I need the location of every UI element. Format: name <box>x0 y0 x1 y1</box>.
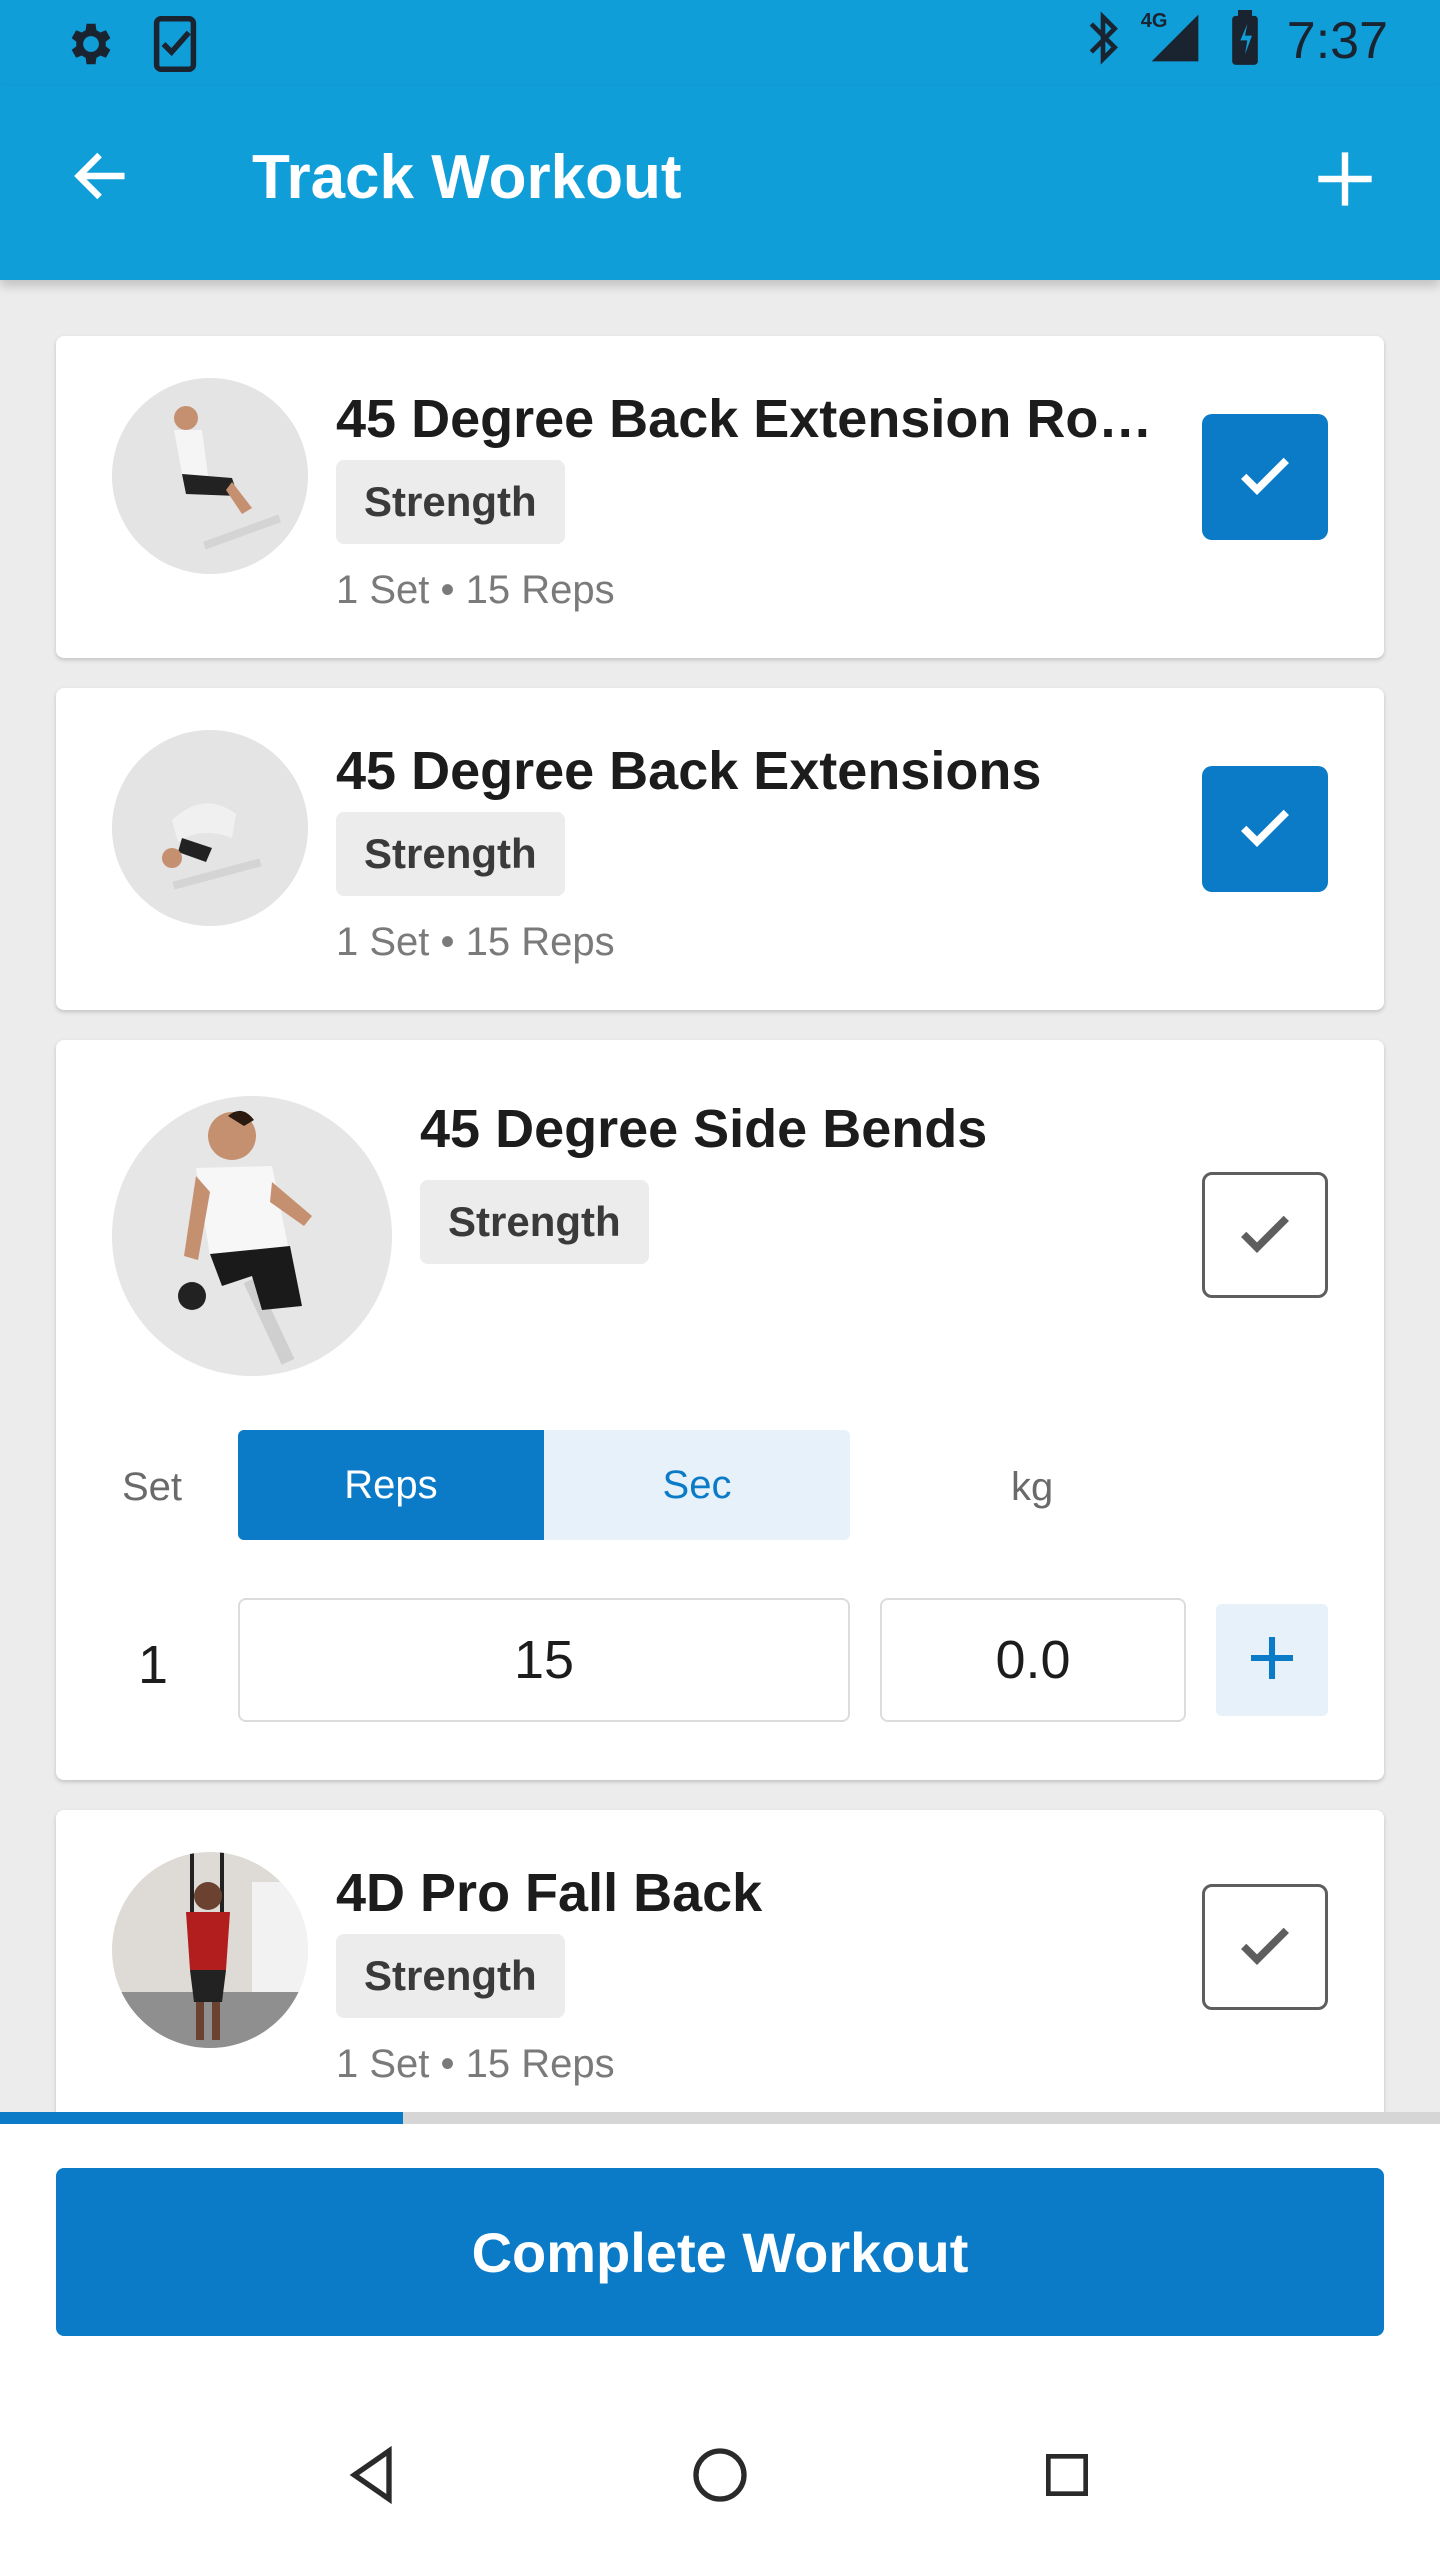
set-column-header: Set <box>122 1465 183 1509</box>
battery-icon <box>1229 10 1261 71</box>
exercise-card[interactable]: 4D Pro Fall Back Strength 1 Set • 15 Rep… <box>56 1810 1384 2140</box>
reps-toggle-button[interactable]: Reps <box>238 1430 544 1540</box>
bluetooth-icon <box>1085 10 1121 71</box>
complete-checkbox[interactable] <box>1202 1884 1328 2010</box>
exercise-title: 4D Pro Fall Back <box>336 1863 763 1923</box>
exercise-card[interactable]: 45 Degree Back Extension Ro… Strength 1 … <box>56 336 1384 658</box>
add-set-button[interactable] <box>1216 1604 1328 1716</box>
weight-column-header: kg <box>1011 1465 1054 1509</box>
exercise-summary: 1 Set • 15 Reps <box>336 568 615 612</box>
category-chip: Strength <box>336 1934 565 2018</box>
check-icon <box>1233 1201 1297 1270</box>
status-left-icons <box>62 15 198 77</box>
category-chip: Strength <box>336 460 565 544</box>
status-right-icons: 4G 7:37 <box>1085 10 1388 71</box>
nav-home-button[interactable] <box>670 2427 770 2527</box>
set-number: 1 <box>138 1635 169 1695</box>
plus-icon <box>1244 1630 1300 1691</box>
status-time: 7:37 <box>1286 11 1388 70</box>
workout-progress-fill <box>0 2112 404 2124</box>
arrow-left-icon <box>68 144 132 213</box>
system-nav-bar <box>0 2394 1440 2560</box>
exercise-thumbnail <box>112 1852 308 2048</box>
workout-progress-bar <box>0 2112 1440 2124</box>
nav-recents-button[interactable] <box>1017 2427 1117 2527</box>
exercise-thumbnail <box>112 1096 392 1376</box>
complete-checkbox[interactable] <box>1202 414 1328 540</box>
add-exercise-button[interactable] <box>1300 136 1390 226</box>
nav-back-button[interactable] <box>323 2427 423 2527</box>
circle-home-icon <box>688 2443 752 2512</box>
reps-input[interactable]: 15 <box>238 1598 850 1722</box>
category-chip: Strength <box>336 812 565 896</box>
page-title: Track Workout <box>252 143 682 212</box>
complete-checkbox[interactable] <box>1202 766 1328 892</box>
category-chip: Strength <box>420 1180 649 1264</box>
exercise-card[interactable]: 45 Degree Back Extensions Strength 1 Set… <box>56 688 1384 1010</box>
exercise-title: 45 Degree Back Extension Ro… <box>336 389 1153 449</box>
exercise-title: 45 Degree Side Bends <box>420 1099 988 1159</box>
bottom-panel: Complete Workout <box>0 2124 1440 2560</box>
exercise-thumbnail <box>112 378 308 574</box>
exercise-card-expanded[interactable]: 45 Degree Side Bends Strength Set Reps S… <box>56 1040 1384 1780</box>
status-bar: 4G 7:37 <box>0 0 1440 86</box>
network-type: 4G <box>1140 10 1168 32</box>
exercise-title: 45 Degree Back Extensions <box>336 741 1042 801</box>
weight-input[interactable]: 0.0 <box>880 1598 1186 1722</box>
app-bar: Track Workout <box>0 86 1440 280</box>
task-check-icon <box>152 15 198 77</box>
gear-icon <box>62 17 116 76</box>
check-icon <box>1233 443 1297 512</box>
exercise-summary: 1 Set • 15 Reps <box>336 920 615 964</box>
reps-sec-toggle: Reps Sec <box>238 1430 850 1540</box>
back-button[interactable] <box>60 138 140 218</box>
square-recents-icon <box>1039 2447 1095 2508</box>
plus-icon <box>1313 147 1377 216</box>
exercise-thumbnail <box>112 730 308 926</box>
check-icon <box>1233 1913 1297 1982</box>
complete-checkbox[interactable] <box>1202 1172 1328 1298</box>
complete-workout-button[interactable]: Complete Workout <box>56 2168 1384 2336</box>
check-icon <box>1233 795 1297 864</box>
sec-toggle-button[interactable]: Sec <box>544 1430 850 1540</box>
exercise-summary: 1 Set • 15 Reps <box>336 2042 615 2086</box>
triangle-back-icon <box>341 2443 405 2512</box>
signal-icon: 4G <box>1141 10 1203 71</box>
